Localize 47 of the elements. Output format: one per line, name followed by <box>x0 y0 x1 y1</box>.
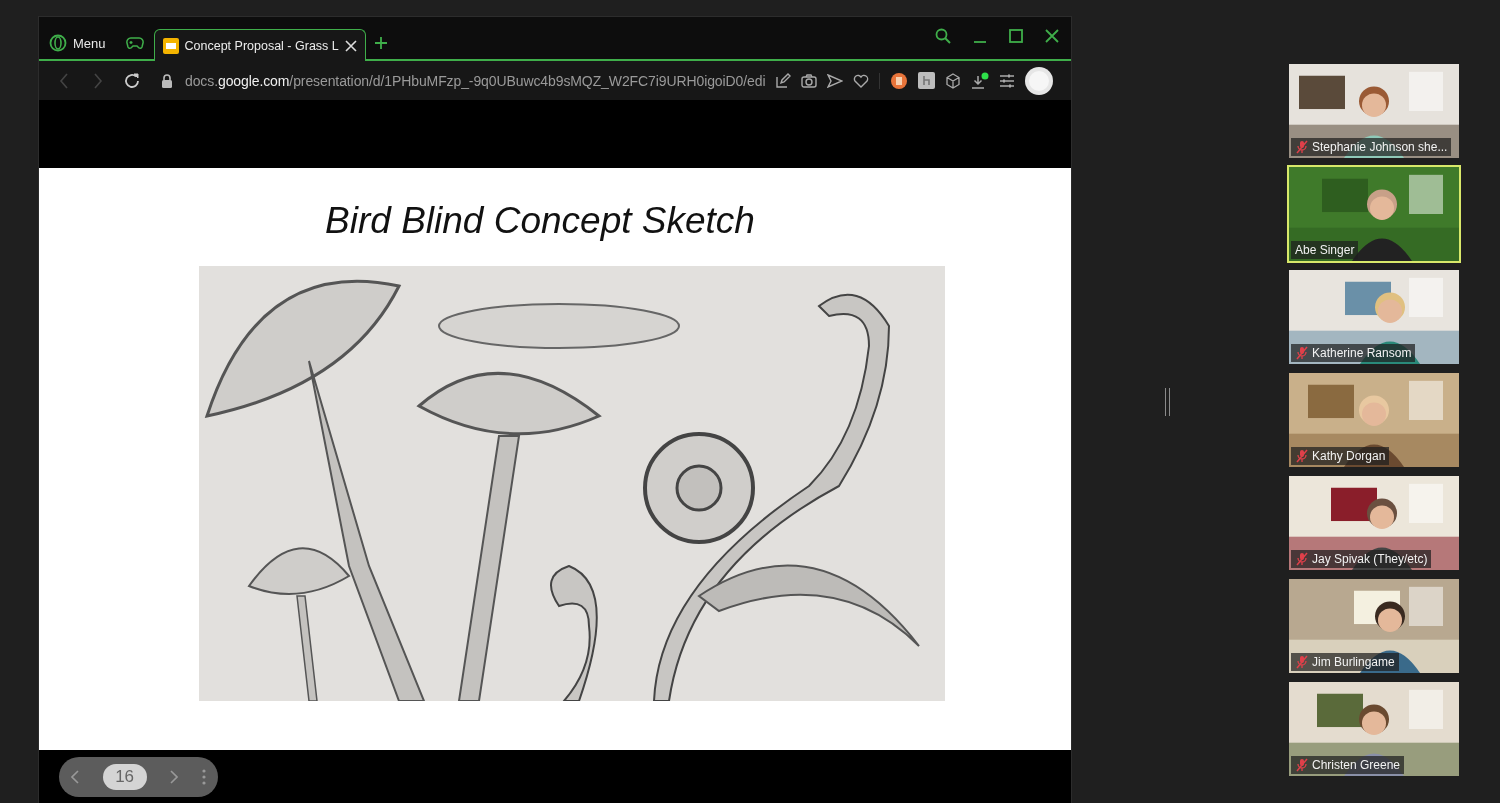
video-tile[interactable]: Abe Singer <box>1287 165 1461 263</box>
more-icon <box>202 768 207 785</box>
cube-icon[interactable] <box>945 72 962 89</box>
browser-tab[interactable]: Concept Proposal - Grass L <box>153 29 366 61</box>
participant-name: Christen Greene <box>1312 758 1401 772</box>
send-icon[interactable] <box>827 73 844 88</box>
muted-mic-icon <box>1295 552 1309 566</box>
page-number[interactable]: 16 <box>102 763 147 790</box>
video-tile[interactable]: Kathy Dorgan <box>1287 371 1461 469</box>
muted-mic-icon <box>1295 140 1309 154</box>
heart-icon[interactable] <box>853 73 870 88</box>
participant-name: Jay Spivak (They/etc) <box>1312 552 1428 566</box>
participant-name: Kathy Dorgan <box>1312 449 1386 463</box>
participant-name: Abe Singer <box>1295 243 1355 257</box>
muted-mic-icon <box>1295 655 1309 669</box>
search-icon[interactable] <box>935 28 951 44</box>
muted-mic-icon <box>1295 758 1309 772</box>
extension-icon[interactable] <box>890 71 909 90</box>
participant-name: Jim Burlingame <box>1312 655 1395 669</box>
chevron-right-icon <box>170 769 179 784</box>
reload-icon[interactable] <box>124 72 140 89</box>
video-tile[interactable]: Christen Greene <box>1287 680 1461 778</box>
download-icon[interactable] <box>971 71 990 90</box>
extension-icon[interactable] <box>918 72 936 89</box>
browser-logo-icon <box>49 34 67 52</box>
muted-mic-icon <box>1295 346 1309 360</box>
slide-title: Bird Blind Concept Sketch <box>325 200 755 242</box>
muted-mic-icon <box>1295 449 1309 463</box>
video-tile[interactable]: Jay Spivak (They/etc) <box>1287 474 1461 572</box>
participant-name: Stephanie Johnson she... <box>1312 140 1448 154</box>
resize-handle[interactable] <box>1164 387 1170 416</box>
menu-button[interactable]: Menu <box>39 27 116 59</box>
chevron-left-icon <box>70 769 79 784</box>
new-tab-icon[interactable] <box>373 36 388 50</box>
slides-icon <box>162 37 179 54</box>
video-tile[interactable]: Stephanie Johnson she... <box>1287 62 1461 160</box>
maximize-icon[interactable] <box>1009 29 1023 43</box>
settings-icon[interactable] <box>999 73 1016 88</box>
participant-name: Katherine Ransom <box>1312 346 1412 360</box>
gamepad-icon[interactable] <box>125 36 144 50</box>
close-icon[interactable] <box>1045 29 1059 43</box>
video-tile[interactable]: Jim Burlingame <box>1287 577 1461 675</box>
avatar-icon[interactable] <box>1025 66 1054 95</box>
edit-icon[interactable] <box>775 72 792 89</box>
camera-icon[interactable] <box>801 73 818 88</box>
video-tile[interactable]: Katherine Ransom <box>1287 268 1461 366</box>
lock-icon <box>161 73 173 88</box>
